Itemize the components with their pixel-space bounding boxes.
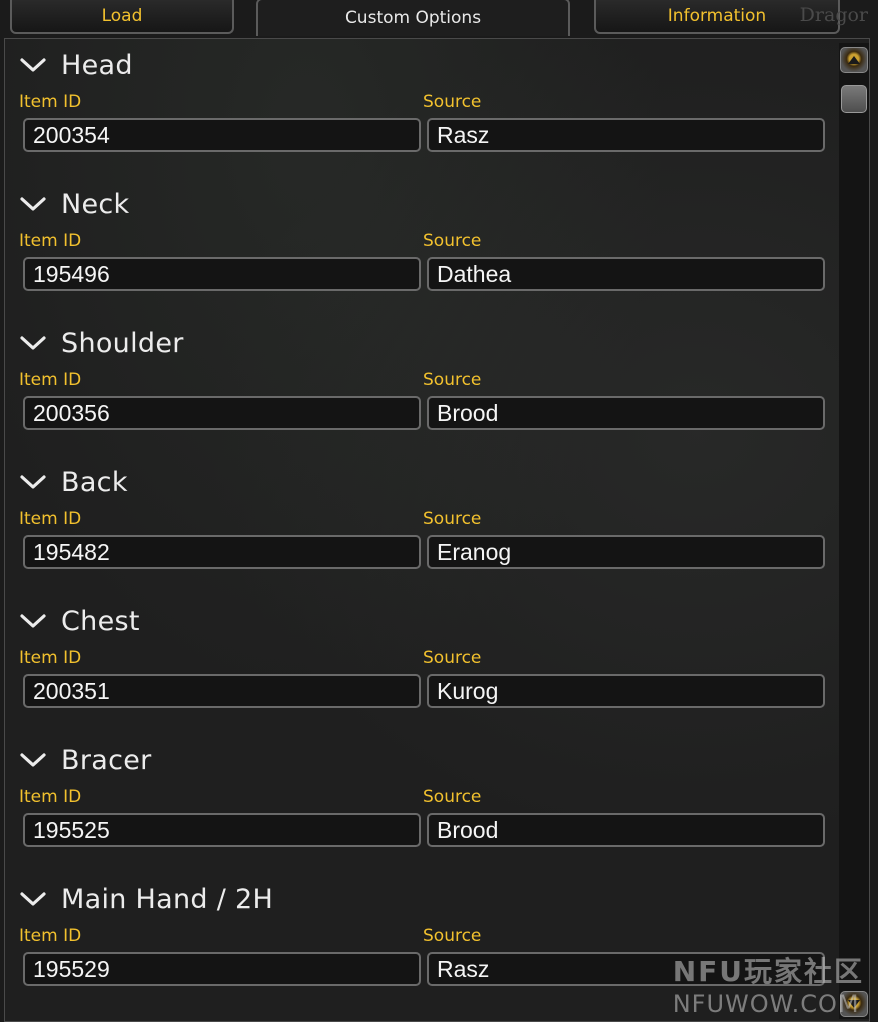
item-id-label: Item ID — [19, 370, 82, 390]
chevron-down-icon[interactable] — [19, 611, 47, 631]
source-label: Source — [423, 509, 482, 529]
chevron-down-icon[interactable] — [19, 472, 47, 492]
faded-heading: Dragor — [799, 4, 868, 26]
slot-title: Back — [61, 466, 128, 498]
scroll-up-arrow-icon[interactable] — [840, 47, 868, 73]
slot-title: Shoulder — [61, 327, 184, 359]
slot-header[interactable]: Bracer — [19, 740, 152, 780]
slot-section-chest: Chest Item ID Source — [19, 601, 829, 740]
source-input[interactable] — [427, 674, 825, 708]
item-id-label: Item ID — [19, 92, 82, 112]
vertical-scrollbar[interactable] — [839, 43, 869, 1019]
item-id-input[interactable] — [23, 952, 421, 986]
source-label: Source — [423, 648, 482, 668]
chevron-down-icon[interactable] — [19, 889, 47, 909]
watermark: NFU玩家社区 NFUWOW.COM — [673, 950, 864, 1018]
item-id-label: Item ID — [19, 787, 82, 807]
slot-section-head: Head Item ID Source — [19, 45, 829, 184]
slot-header[interactable]: Head — [19, 45, 133, 85]
watermark-line2: NFUWOW.COM — [672, 990, 860, 1018]
scroll-thumb[interactable] — [841, 85, 867, 113]
item-id-input[interactable] — [23, 813, 421, 847]
slot-title: Main Hand / 2H — [61, 883, 274, 915]
item-id-input[interactable] — [23, 396, 421, 430]
chevron-down-icon[interactable] — [19, 194, 47, 214]
slot-title: Chest — [61, 605, 140, 637]
slot-title: Head — [61, 49, 133, 81]
source-input[interactable] — [427, 535, 825, 569]
item-id-input[interactable] — [23, 674, 421, 708]
chevron-down-icon[interactable] — [19, 750, 47, 770]
chevron-down-icon[interactable] — [19, 333, 47, 353]
slot-header[interactable]: Shoulder — [19, 323, 184, 363]
item-id-label: Item ID — [19, 926, 82, 946]
custom-options-panel: Head Item ID Source Neck Item ID Source … — [4, 38, 870, 1022]
source-label: Source — [423, 231, 482, 251]
source-label: Source — [423, 926, 482, 946]
slot-section-bracer: Bracer Item ID Source — [19, 740, 829, 879]
source-input[interactable] — [427, 813, 825, 847]
item-id-label: Item ID — [19, 231, 82, 251]
item-id-input[interactable] — [23, 535, 421, 569]
source-input[interactable] — [427, 257, 825, 291]
tab-custom-options[interactable]: Custom Options — [256, 0, 570, 36]
slot-title: Bracer — [61, 744, 152, 776]
item-id-input[interactable] — [23, 257, 421, 291]
slot-header[interactable]: Main Hand / 2H — [19, 879, 273, 919]
item-id-label: Item ID — [19, 509, 82, 529]
item-id-label: Item ID — [19, 648, 82, 668]
source-label: Source — [423, 370, 482, 390]
watermark-line1: NFU玩家社区 — [672, 955, 864, 988]
slot-header[interactable]: Neck — [19, 184, 130, 224]
slot-header[interactable]: Back — [19, 462, 128, 502]
slot-section-back: Back Item ID Source — [19, 462, 829, 601]
source-label: Source — [423, 787, 482, 807]
source-label: Source — [423, 92, 482, 112]
slot-header[interactable]: Chest — [19, 601, 140, 641]
source-input[interactable] — [427, 396, 825, 430]
tab-bar: Load Custom Options Information Dragor — [0, 0, 878, 38]
item-id-input[interactable] — [23, 118, 421, 152]
chevron-down-icon[interactable] — [19, 55, 47, 75]
source-input[interactable] — [427, 118, 825, 152]
slot-section-neck: Neck Item ID Source — [19, 184, 829, 323]
slot-section-shoulder: Shoulder Item ID Source — [19, 323, 829, 462]
slot-title: Neck — [61, 188, 130, 220]
tab-load[interactable]: Load — [10, 0, 234, 34]
